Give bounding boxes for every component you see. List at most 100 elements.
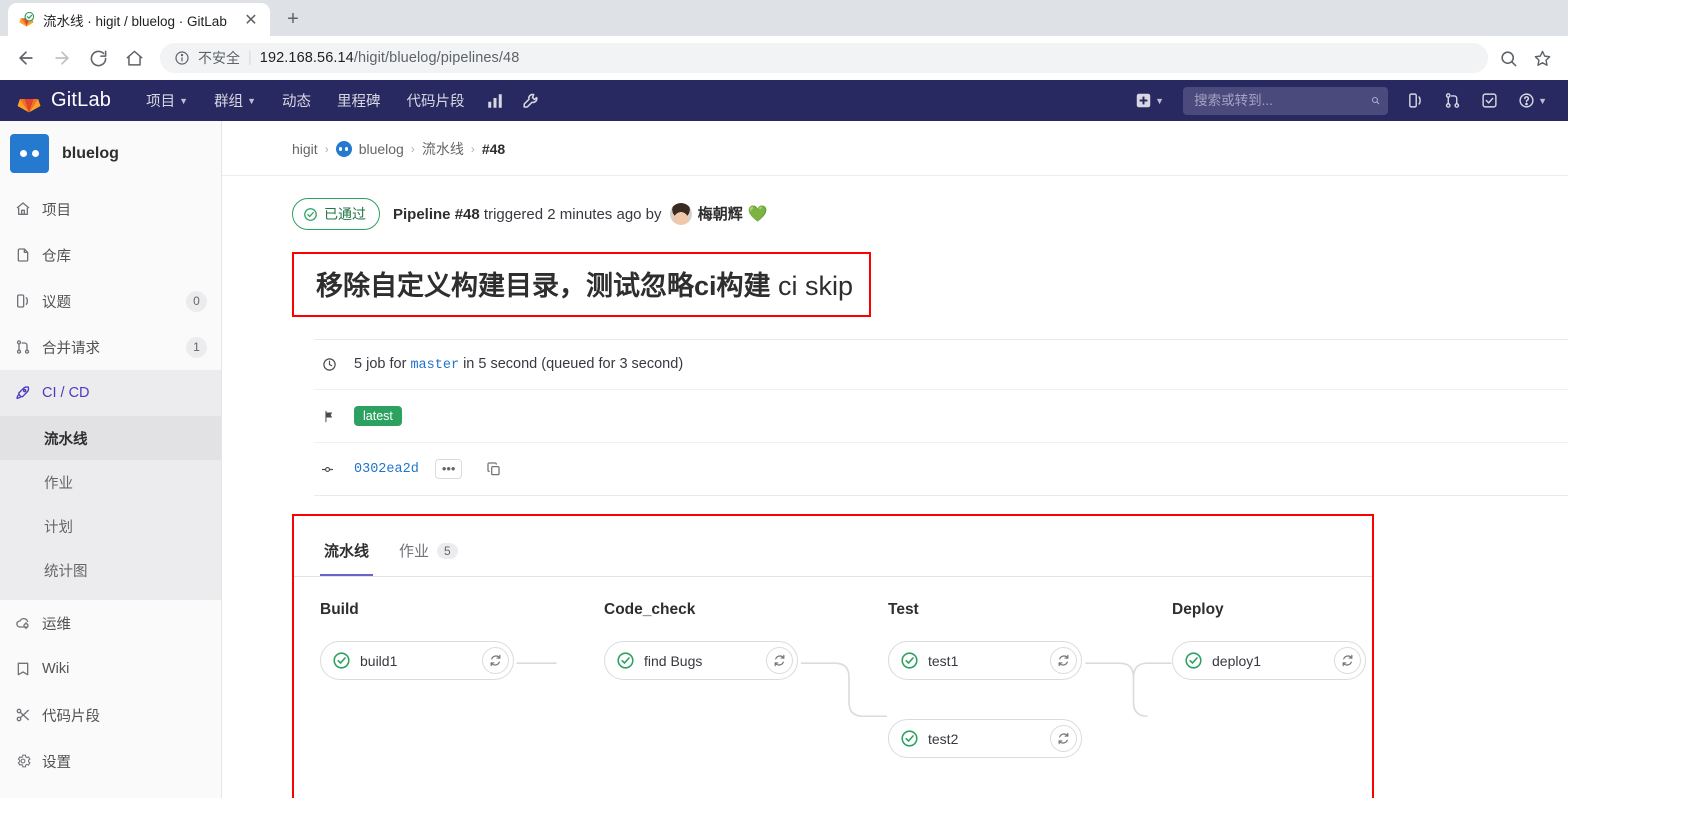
breadcrumb-project-avatar: [335, 141, 352, 157]
browser-window: 流水线 · higit / bluelog · GitLab ✕ + 不安全 |…: [0, 0, 1568, 798]
breadcrumb-group[interactable]: higit: [292, 141, 318, 157]
tab-label: 流水线: [324, 543, 370, 560]
sidebar-item-issues[interactable]: 议题 0: [0, 278, 221, 324]
nav-item-projects[interactable]: 项目 ▼: [133, 80, 201, 121]
url-host: 192.168.56.14: [259, 50, 354, 66]
new-tab-button[interactable]: +: [276, 4, 310, 34]
book-icon: [14, 661, 31, 678]
nav-todos-button[interactable]: [1472, 85, 1507, 116]
merge-request-icon: [1445, 93, 1460, 108]
sidebar-item-project[interactable]: 项目: [0, 186, 221, 232]
retry-icon[interactable]: [1050, 725, 1077, 752]
stage-title: Test: [888, 601, 919, 618]
nav-item-snippets[interactable]: 代码片段: [393, 80, 477, 121]
project-name-label: bluelog: [62, 144, 119, 162]
forward-button[interactable]: [46, 42, 78, 74]
search-input[interactable]: [1194, 93, 1372, 108]
nav-item-milestones[interactable]: 里程碑: [324, 80, 394, 121]
sidebar-label: 议题: [42, 294, 71, 311]
job-deploy1[interactable]: deploy1: [1172, 641, 1366, 680]
heart-icon: 💚: [747, 206, 768, 223]
global-search-box[interactable]: [1183, 86, 1389, 115]
site-info-icon[interactable]: [174, 50, 190, 66]
job-find-bugs[interactable]: find Bugs: [604, 641, 798, 680]
pipeline-author[interactable]: 梅朝辉: [698, 206, 743, 223]
job-name: find Bugs: [644, 652, 703, 669]
wrench-icon: [523, 93, 539, 108]
job-name: deploy1: [1212, 652, 1262, 669]
breadcrumb-section[interactable]: 流水线: [422, 139, 464, 159]
nav-item-analytics[interactable]: [477, 85, 513, 117]
pipeline-tabs: 流水线 作业 5: [294, 516, 1372, 577]
sidebar-item-settings[interactable]: 设置: [0, 738, 221, 784]
retry-icon[interactable]: [482, 647, 509, 674]
sidebar-label: 运维: [42, 616, 71, 633]
gitlab-home-link[interactable]: GitLab: [12, 88, 119, 114]
pipeline-trigger-info: Pipeline #48 triggered 2 minutes ago by …: [393, 203, 768, 225]
jobs-summary-row: 5 job for master in 5 second (queued for…: [314, 340, 1568, 390]
sidebar-item-ci-cd[interactable]: CI / CD: [0, 370, 221, 416]
sidebar-item-snippets[interactable]: 代码片段: [0, 692, 221, 738]
commit-sha-link[interactable]: 0302ea2d: [354, 462, 419, 477]
browser-tab[interactable]: 流水线 · higit / bluelog · GitLab ✕: [8, 3, 270, 36]
chevron-down-icon: ▼: [1538, 95, 1547, 106]
status-badge[interactable]: 已通过: [292, 198, 380, 230]
star-icon: [1534, 50, 1550, 66]
retry-icon[interactable]: [766, 647, 793, 674]
sidebar-subitem-charts[interactable]: 统计图: [0, 548, 221, 592]
back-button[interactable]: [10, 42, 42, 74]
commit-expand-button[interactable]: •••: [434, 459, 463, 479]
browser-tabstrip: 流水线 · higit / bluelog · GitLab ✕ +: [0, 0, 1568, 36]
security-label: 不安全: [198, 50, 240, 66]
commit-row: 0302ea2d •••: [314, 443, 1568, 495]
sidebar-label: 设置: [42, 754, 71, 771]
bookmark-star-button[interactable]: [1526, 42, 1558, 74]
gitlab-favicon: [19, 11, 35, 27]
sidebar-item-wiki[interactable]: Wiki: [0, 646, 221, 692]
issues-icon: [1409, 93, 1421, 108]
job-test2[interactable]: test2: [888, 719, 1082, 758]
job-build1[interactable]: build1: [320, 641, 514, 680]
sidebar-label: CI / CD: [42, 385, 90, 401]
nav-item-groups[interactable]: 群组 ▼: [201, 80, 269, 121]
project-avatar: [10, 134, 49, 173]
retry-icon[interactable]: [1334, 647, 1361, 674]
breadcrumb: higit › bluelog › 流水线 › #48: [222, 121, 1568, 176]
scissors-icon: [14, 707, 31, 724]
sidebar-subitem-jobs[interactable]: 作业: [0, 460, 221, 504]
branch-link[interactable]: master: [410, 358, 459, 373]
avatar[interactable]: [669, 203, 692, 225]
address-bar-url: 192.168.56.14/higit/bluelog/pipelines/48: [260, 50, 520, 66]
home-button[interactable]: [118, 42, 150, 74]
nav-item-activity[interactable]: 动态: [269, 80, 324, 121]
new-item-button[interactable]: ▼: [1126, 85, 1173, 116]
job-test1[interactable]: test1: [888, 641, 1082, 680]
pipeline-header: 已通过 Pipeline #48 triggered 2 minutes ago…: [292, 176, 1568, 230]
browser-toolbar: 不安全 | 192.168.56.14/higit/bluelog/pipeli…: [0, 36, 1568, 80]
tab-jobs[interactable]: 作业 5: [395, 534, 462, 576]
address-bar[interactable]: 不安全 | 192.168.56.14/higit/bluelog/pipeli…: [160, 43, 1488, 73]
nav-merge-requests-button[interactable]: [1435, 85, 1470, 116]
retry-icon[interactable]: [1050, 647, 1077, 674]
pipeline-graph-highlight: 流水线 作业 5 Build build1 Code_check find Bu…: [292, 514, 1374, 798]
sidebar-item-repository[interactable]: 仓库: [0, 232, 221, 278]
tab-close-icon[interactable]: ✕: [242, 11, 260, 29]
job-name: test2: [928, 730, 959, 747]
tab-pipeline[interactable]: 流水线: [320, 534, 374, 576]
nav-help-button[interactable]: ▼: [1509, 85, 1556, 116]
copy-sha-button[interactable]: [486, 461, 502, 477]
sidebar-subitem-schedules[interactable]: 计划: [0, 504, 221, 548]
sidebar-subitem-pipelines[interactable]: 流水线: [0, 416, 221, 460]
breadcrumb-project[interactable]: bluelog: [359, 141, 404, 157]
sidebar-item-operations[interactable]: 运维: [0, 600, 221, 646]
sidebar-item-merge-requests[interactable]: 合并请求 1: [0, 324, 221, 370]
browser-search-button[interactable]: [1492, 42, 1524, 74]
latest-tag-badge[interactable]: latest: [354, 406, 402, 426]
reload-button[interactable]: [82, 42, 114, 74]
nav-issues-button[interactable]: [1398, 85, 1433, 116]
stage-title: Deploy: [1172, 601, 1224, 618]
nav-item-admin[interactable]: [513, 85, 549, 117]
sidebar-project-header[interactable]: bluelog: [0, 121, 221, 186]
breadcrumb-separator: ›: [410, 142, 415, 156]
pipeline-detail: 已通过 Pipeline #48 triggered 2 minutes ago…: [222, 176, 1568, 798]
